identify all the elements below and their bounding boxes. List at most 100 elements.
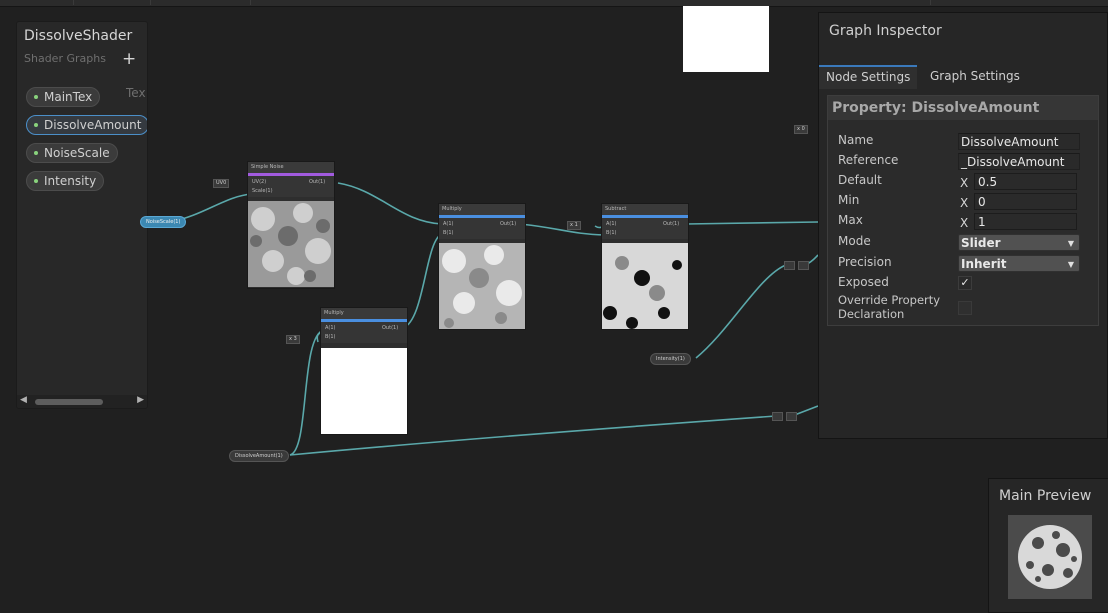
node-title: Subtract xyxy=(602,204,688,215)
precision-dropdown[interactable]: Inherit ▼ xyxy=(958,255,1080,272)
chevron-down-icon: ▼ xyxy=(1067,260,1074,269)
port-a[interactable]: A(1) xyxy=(443,221,454,227)
multiply-a-input[interactable]: x 3 xyxy=(286,335,300,344)
property-settings: Property: DissolveAmount Name DissolveAm… xyxy=(827,95,1099,326)
blackboard-panel: DissolveShader Shader Graphs + MainTex T… xyxy=(16,21,148,409)
property-label: MainTex xyxy=(44,90,93,104)
node-ports: A(1) B(1) Out(1) xyxy=(321,322,407,343)
default-field[interactable]: 0.5 xyxy=(974,173,1077,190)
main-preview-title: Main Preview xyxy=(999,488,1092,504)
mode-value: Slider xyxy=(961,236,1001,250)
min-field[interactable]: 0 xyxy=(974,193,1077,210)
node-subtract[interactable]: Subtract A(1) B(1) Out(1) xyxy=(601,203,689,330)
wire-intensity xyxy=(695,264,787,359)
reroute-node[interactable] xyxy=(798,261,809,270)
graph-inspector-panel: Graph Inspector Node Settings Graph Sett… xyxy=(818,12,1108,439)
tab-node-settings[interactable]: Node Settings xyxy=(819,65,918,89)
property-node-intensity[interactable]: Intensity(1) xyxy=(650,353,691,365)
precision-value: Inherit xyxy=(961,257,1007,271)
default-axis-label: X xyxy=(960,176,969,190)
property-dot-icon xyxy=(34,95,38,99)
property-node-dissolveamount[interactable]: DissolveAmount(1) xyxy=(229,450,289,462)
node-preview-white xyxy=(321,348,407,434)
reference-field[interactable]: _DissolveAmount xyxy=(958,153,1080,170)
reference-label: Reference xyxy=(838,153,899,167)
mode-label: Mode xyxy=(838,234,871,248)
node-title: Multiply xyxy=(439,204,525,215)
checkmark-icon: ✓ xyxy=(960,276,970,289)
scroll-left-icon[interactable]: ◀ xyxy=(20,395,27,405)
precision-label: Precision xyxy=(838,255,892,269)
tab-graph-settings[interactable]: Graph Settings xyxy=(923,65,1027,87)
port-a[interactable]: A(1) xyxy=(606,221,617,227)
scrollbar-thumb[interactable] xyxy=(35,399,103,405)
property-header: Property: DissolveAmount xyxy=(828,96,1098,120)
node-preview-subtract xyxy=(602,243,688,329)
property-dot-icon xyxy=(34,123,38,127)
property-label: DissolveAmount xyxy=(44,118,142,132)
small-value-input[interactable]: x 0 xyxy=(794,125,808,134)
add-property-button[interactable]: + xyxy=(122,49,136,69)
port-b[interactable]: B(1) xyxy=(606,230,617,236)
property-type: Tex xyxy=(126,86,146,100)
node-title: Multiply xyxy=(321,308,407,319)
uv-input[interactable]: UV0 xyxy=(213,179,230,188)
property-node-noisescale[interactable]: NoiseScale(1) xyxy=(140,216,187,228)
main-preview-panel: Main Preview xyxy=(988,478,1108,613)
node-multiply[interactable]: Multiply A(1) B(1) Out(1) xyxy=(438,203,526,330)
port-out[interactable]: Out(1) xyxy=(309,179,325,185)
max-field[interactable]: 1 xyxy=(974,213,1077,230)
mode-dropdown[interactable]: Slider ▼ xyxy=(958,234,1080,251)
name-field[interactable]: DissolveAmount xyxy=(958,133,1080,150)
property-dot-icon xyxy=(34,179,38,183)
node-multiply-2[interactable]: Multiply A(1) B(1) Out(1) xyxy=(320,307,408,435)
main-preview-viewport[interactable] xyxy=(1008,515,1092,599)
property-item-intensity[interactable]: Intensity xyxy=(26,168,147,191)
name-label: Name xyxy=(838,133,874,147)
node-title: Simple Noise xyxy=(248,162,334,173)
node-preview-multiply xyxy=(439,243,525,329)
inspector-title: Graph Inspector xyxy=(829,23,942,39)
chevron-down-icon: ▼ xyxy=(1067,239,1074,248)
inspector-tabs: Node Settings Graph Settings xyxy=(819,65,1107,89)
property-label: NoiseScale xyxy=(44,146,110,160)
port-b[interactable]: B(1) xyxy=(443,230,454,236)
node-ports: A(1) B(1) Out(1) xyxy=(439,218,525,239)
wire-multiply-out xyxy=(519,223,606,236)
blackboard-scrollbar[interactable]: ◀ ▶ xyxy=(17,395,147,408)
scroll-right-icon[interactable]: ▶ xyxy=(137,395,144,405)
property-list: MainTex Tex DissolveAmount NoiseScale In… xyxy=(26,84,147,196)
max-label: Max xyxy=(838,213,863,227)
port-b[interactable]: B(1) xyxy=(325,334,336,340)
subtract-a-input[interactable]: x 1 xyxy=(567,221,581,230)
property-item-dissolveamount[interactable]: DissolveAmount xyxy=(26,112,147,135)
exposed-label: Exposed xyxy=(838,275,889,289)
min-axis-label: X xyxy=(960,196,969,210)
wire-noise-out xyxy=(337,182,443,225)
wire-dissolve-multiply2 xyxy=(289,329,325,456)
preview-sphere xyxy=(1018,525,1082,589)
wire-subtract-out xyxy=(685,221,819,225)
node-preview-noise xyxy=(248,201,334,287)
property-item-maintex[interactable]: MainTex Tex xyxy=(26,84,147,107)
reroute-node[interactable] xyxy=(784,261,795,270)
reroute-node[interactable] xyxy=(786,412,797,421)
node-preview-white-top xyxy=(683,6,769,72)
node-ports: UV(2) Scale(1) Out(1) xyxy=(248,176,334,197)
override-label: Override Property Declaration xyxy=(838,293,941,321)
blackboard-subtitle: Shader Graphs xyxy=(24,52,106,65)
port-out[interactable]: Out(1) xyxy=(663,221,679,227)
node-simple-noise[interactable]: Simple Noise UV(2) Scale(1) Out(1) xyxy=(247,161,335,289)
port-a[interactable]: A(1) xyxy=(325,325,336,331)
port-out[interactable]: Out(1) xyxy=(382,325,398,331)
port-uv[interactable]: UV(2) xyxy=(252,179,266,185)
exposed-checkbox[interactable]: ✓ xyxy=(958,276,972,290)
max-axis-label: X xyxy=(960,216,969,230)
reroute-node[interactable] xyxy=(772,412,783,421)
blackboard-title: DissolveShader xyxy=(24,28,133,44)
property-label: Intensity xyxy=(44,174,97,188)
override-checkbox[interactable] xyxy=(958,301,972,315)
property-item-noisescale[interactable]: NoiseScale xyxy=(26,140,147,163)
port-scale[interactable]: Scale(1) xyxy=(252,188,273,194)
port-out[interactable]: Out(1) xyxy=(500,221,516,227)
